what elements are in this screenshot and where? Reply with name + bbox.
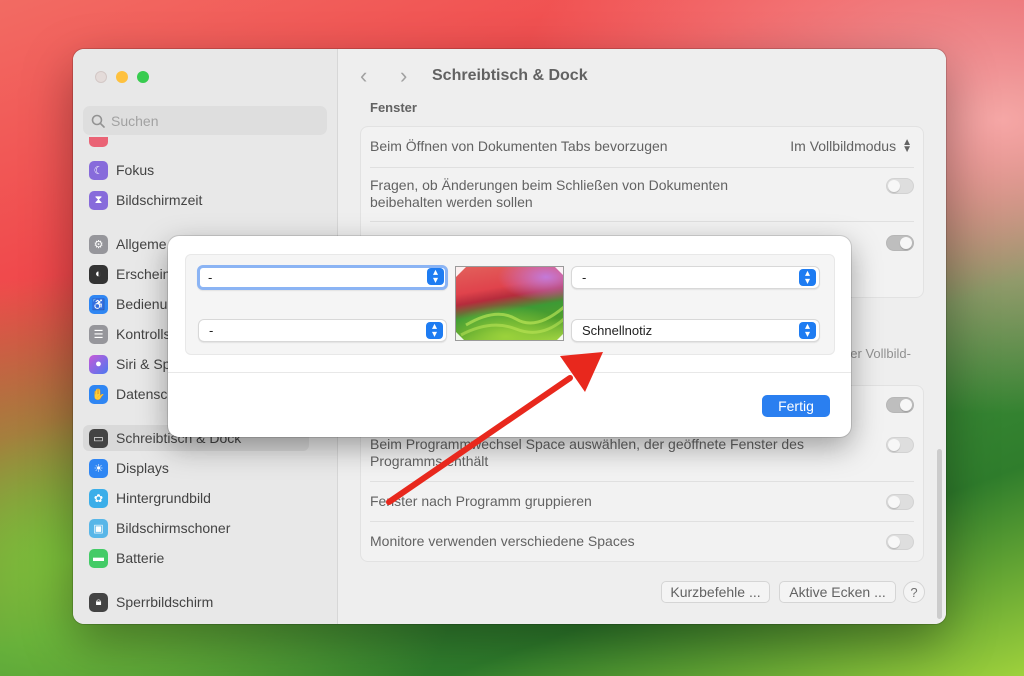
annotation-arrow-icon [386, 352, 603, 505]
